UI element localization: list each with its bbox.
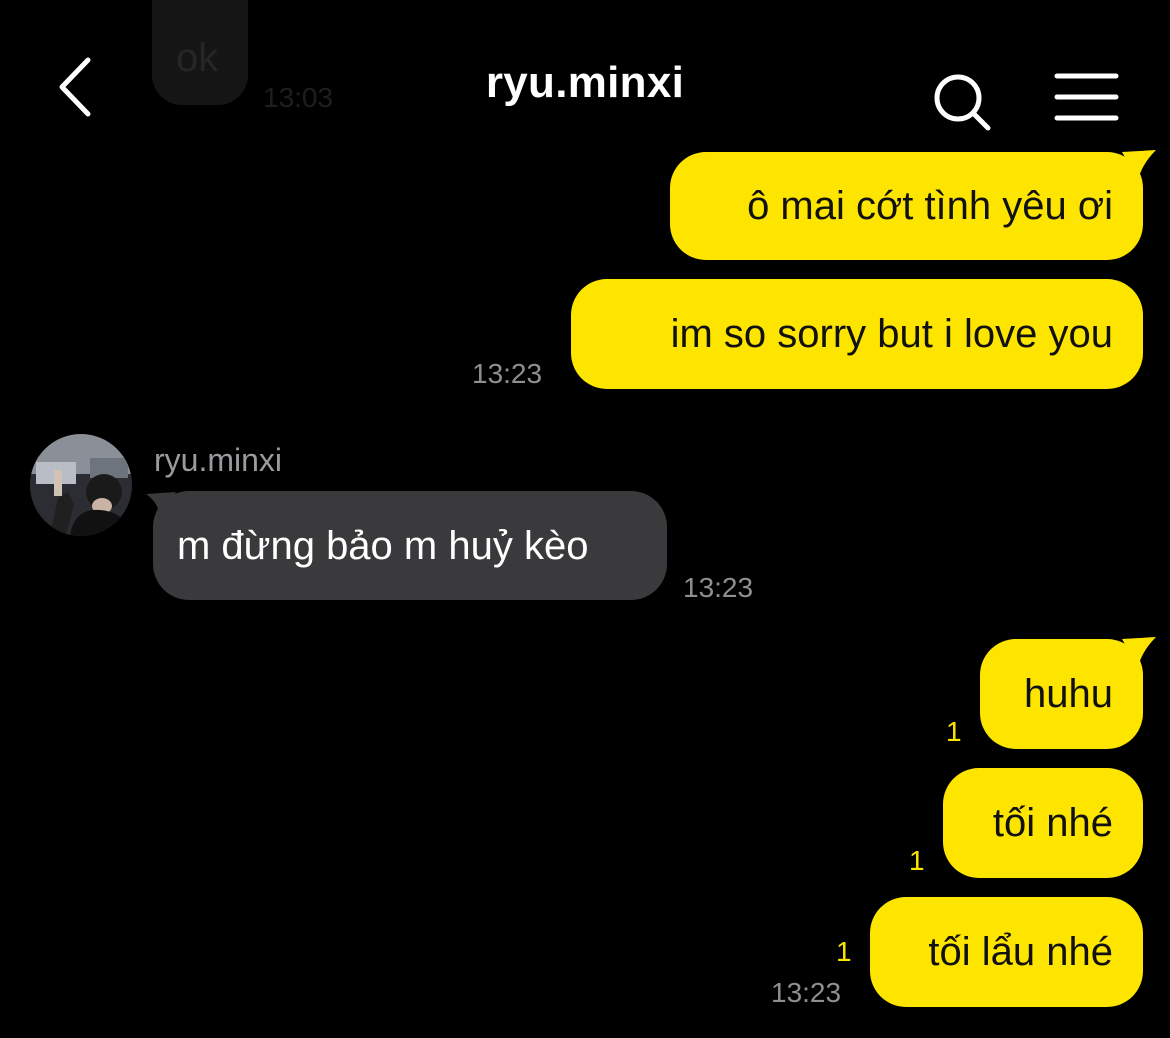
- message-text: ô mai cớt tình yêu ơi: [747, 184, 1113, 228]
- message-bubble-sent[interactable]: huhu: [980, 639, 1143, 749]
- search-icon: [934, 74, 991, 131]
- message-text: tối lẩu nhé: [928, 930, 1113, 974]
- message-bubble-sent[interactable]: tối nhé: [943, 768, 1143, 878]
- unread-count: 1: [909, 845, 925, 876]
- message-bubble-received[interactable]: m đừng bảo m huỷ kèo: [153, 491, 667, 600]
- chat-title: ryu.minxi: [485, 58, 685, 107]
- hamburger-menu-icon: [1054, 73, 1119, 121]
- message-text: huhu: [1024, 672, 1113, 716]
- menu-button[interactable]: [1054, 70, 1120, 124]
- avatar[interactable]: [30, 434, 132, 536]
- message-time: 13:23: [472, 358, 543, 389]
- search-button[interactable]: [930, 70, 994, 134]
- unread-count: 1: [836, 936, 852, 967]
- message-text: im so sorry but i love you: [670, 312, 1113, 356]
- sender-name: ryu.minxi: [154, 442, 283, 478]
- message-bubble-sent[interactable]: tối lẩu nhé: [870, 897, 1143, 1007]
- chat-screen: ok 13:03 ryu.minxi ô mai cớt tình yêu ơi…: [0, 0, 1170, 1038]
- unread-count: 1: [946, 716, 962, 747]
- message-text: m đừng bảo m huỷ kèo: [177, 523, 589, 568]
- message-text: tối nhé: [992, 801, 1113, 845]
- message-time: 13:23: [771, 977, 842, 1008]
- back-button[interactable]: [52, 54, 100, 120]
- message-time: 13:23: [683, 572, 754, 603]
- message-bubble-sent[interactable]: im so sorry but i love you: [571, 279, 1143, 389]
- avatar-photo: [30, 434, 132, 536]
- chevron-left-icon: [59, 57, 91, 117]
- message-bubble-sent[interactable]: ô mai cớt tình yêu ơi: [670, 152, 1143, 260]
